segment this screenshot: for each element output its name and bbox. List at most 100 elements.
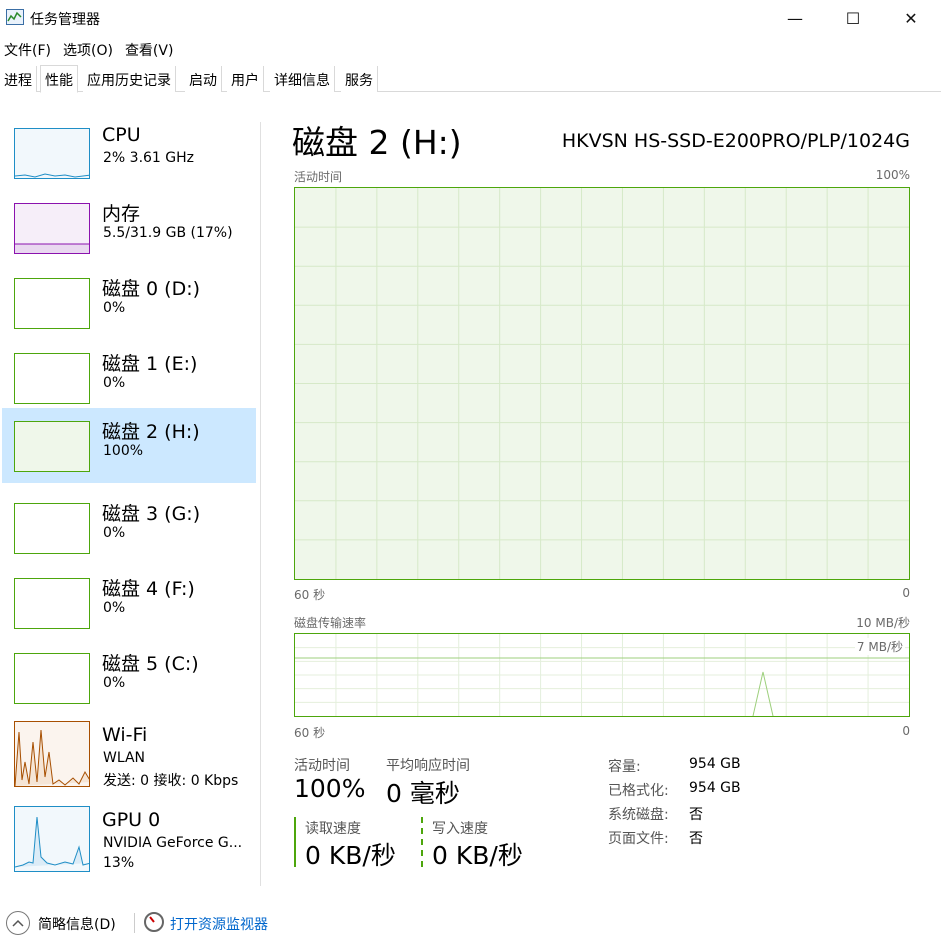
cpu-thumbnail-graph xyxy=(14,128,90,179)
write-speed-label: 写入速度 xyxy=(432,821,488,837)
formatted-label: 已格式化: xyxy=(608,783,669,799)
sidebar-item-subtitle: 0% xyxy=(103,675,126,691)
wifi-thumbnail-graph xyxy=(14,721,90,787)
tab-users[interactable]: 用户 xyxy=(227,66,264,92)
sidebar-item-disk-4[interactable]: 磁盘 4 (F:) 0% xyxy=(2,565,256,640)
sidebar-item-subtitle: 0% xyxy=(103,600,126,616)
window-title: 任务管理器 xyxy=(30,12,100,28)
capacity-label: 容量: xyxy=(608,759,641,775)
bottom-separator xyxy=(134,913,135,933)
memory-thumbnail-graph xyxy=(14,203,90,254)
gpu-thumbnail-graph xyxy=(14,806,90,872)
sidebar-item-title: 内存 xyxy=(102,203,141,225)
tab-app-history[interactable]: 应用历史记录 xyxy=(83,66,176,92)
sidebar-item-subtitle: 5.5/31.9 GB (17%) xyxy=(103,225,233,241)
sidebar-item-title: 磁盘 4 (F:) xyxy=(102,578,195,600)
menu-file[interactable]: 文件(F) xyxy=(0,38,55,60)
transfer-graph-time-left: 60 秒 xyxy=(294,726,326,740)
response-time-label: 平均响应时间 xyxy=(386,758,470,774)
disk-thumbnail-graph xyxy=(14,578,90,629)
activity-graph-max: 100% xyxy=(875,168,910,182)
open-resource-monitor-link[interactable]: 打开资源监视器 xyxy=(170,914,268,934)
sidebar-item-subtitle: 2% 3.61 GHz xyxy=(103,150,195,166)
title-bar: 任务管理器 — ☐ ✕ xyxy=(0,0,941,36)
sidebar-item-disk-5[interactable]: 磁盘 5 (C:) 0% xyxy=(2,640,256,715)
activity-graph-time-left: 60 秒 xyxy=(294,588,326,602)
sidebar-item-subtitle-2: 发送: 0 接收: 0 Kbps xyxy=(103,773,239,789)
sidebar-item-subtitle: 0% xyxy=(103,300,126,316)
menu-view[interactable]: 查看(V) xyxy=(121,38,178,60)
sidebar-item-title: 磁盘 1 (E:) xyxy=(102,353,198,375)
activity-graph-time-right: 0 xyxy=(902,586,910,600)
sidebar-item-cpu[interactable]: CPU 2% 3.61 GHz xyxy=(2,115,256,190)
write-speed-indicator xyxy=(421,817,423,867)
sidebar-item-title: 磁盘 5 (C:) xyxy=(102,653,199,675)
sidebar-item-disk-0[interactable]: 磁盘 0 (D:) 0% xyxy=(2,265,256,340)
sidebar-item-subtitle: WLAN xyxy=(103,750,146,766)
chevron-up-icon[interactable] xyxy=(6,911,30,935)
sidebar-item-subtitle: 100% xyxy=(103,443,144,459)
bottom-bar: 简略信息(D) 打开资源监视器 xyxy=(0,903,941,943)
task-manager-app-icon xyxy=(6,9,24,25)
transfer-grid xyxy=(295,634,909,717)
transfer-rate-graph: 7 MB/秒 xyxy=(294,633,910,717)
transfer-inner-scale: 7 MB/秒 xyxy=(854,638,905,655)
disk-model-name: HKVSN HS-SSD-E200PRO/PLP/1024G xyxy=(561,130,910,152)
sidebar-divider xyxy=(260,122,261,886)
capacity-value: 954 GB xyxy=(689,756,741,772)
disk-thumbnail-graph xyxy=(14,653,90,704)
sidebar-item-disk-2[interactable]: 磁盘 2 (H:) 100% xyxy=(2,408,256,483)
formatted-value: 954 GB xyxy=(689,780,741,796)
tab-details[interactable]: 详细信息 xyxy=(270,66,335,92)
disk-thumbnail-graph xyxy=(14,503,90,554)
maximize-button[interactable]: ☐ xyxy=(824,0,882,36)
read-speed-label: 读取速度 xyxy=(305,821,361,837)
sidebar-item-memory[interactable]: 内存 5.5/31.9 GB (17%) xyxy=(2,190,256,265)
disk-thumbnail-graph xyxy=(14,353,90,404)
page-file-label: 页面文件: xyxy=(608,831,669,847)
tab-bar: 进程 性能 应用历史记录 启动 用户 详细信息 服务 xyxy=(0,65,941,93)
tab-performance[interactable]: 性能 xyxy=(40,65,78,93)
sidebar-item-title: 磁盘 2 (H:) xyxy=(102,421,200,443)
sidebar-item-title: 磁盘 0 (D:) xyxy=(102,278,201,300)
activity-time-graph xyxy=(294,187,910,580)
sidebar-item-subtitle: NVIDIA GeForce G... xyxy=(103,835,243,851)
menu-bar: 文件(F) 选项(O) 查看(V) xyxy=(0,38,181,60)
sidebar-item-title: Wi-Fi xyxy=(102,724,148,746)
read-speed-indicator xyxy=(294,817,296,867)
sidebar-item-subtitle: 0% xyxy=(103,525,126,541)
sidebar-item-subtitle: 0% xyxy=(103,375,126,391)
resource-sidebar: CPU 2% 3.61 GHz 内存 5.5/31.9 GB (17%) 磁盘 … xyxy=(0,108,258,888)
sidebar-item-title: GPU 0 xyxy=(102,809,161,831)
sidebar-item-disk-3[interactable]: 磁盘 3 (G:) 0% xyxy=(2,490,256,565)
read-speed-value: 0 KB/秒 xyxy=(305,841,396,870)
minimize-button[interactable]: — xyxy=(766,0,824,36)
system-disk-label: 系统磁盘: xyxy=(608,807,669,823)
transfer-graph-max: 10 MB/秒 xyxy=(856,616,910,630)
tab-startup[interactable]: 启动 xyxy=(185,66,222,92)
page-file-value: 否 xyxy=(689,831,703,847)
disk-thumbnail-graph xyxy=(14,278,90,329)
response-time-value: 0 毫秒 xyxy=(386,779,460,808)
activity-grid xyxy=(295,188,909,579)
write-speed-value: 0 KB/秒 xyxy=(432,841,523,870)
tab-processes[interactable]: 进程 xyxy=(0,66,37,92)
close-button[interactable]: ✕ xyxy=(882,0,940,36)
menu-options[interactable]: 选项(O) xyxy=(59,38,117,60)
page-title: 磁盘 2 (H:) xyxy=(292,123,462,162)
transfer-graph-label: 磁盘传输速率 xyxy=(294,616,367,630)
sidebar-item-disk-1[interactable]: 磁盘 1 (E:) 0% xyxy=(2,340,256,415)
active-time-value: 100% xyxy=(294,774,366,803)
fewer-details-link[interactable]: 简略信息(D) xyxy=(38,914,116,934)
resource-monitor-icon[interactable] xyxy=(144,912,164,932)
sidebar-item-wifi[interactable]: Wi-Fi WLAN 发送: 0 接收: 0 Kbps xyxy=(2,715,256,790)
sidebar-item-gpu[interactable]: GPU 0 NVIDIA GeForce G... 13% xyxy=(2,800,256,875)
active-time-label: 活动时间 xyxy=(294,758,350,774)
tab-services[interactable]: 服务 xyxy=(341,66,378,92)
system-disk-value: 否 xyxy=(689,807,703,823)
transfer-graph-time-right: 0 xyxy=(902,724,910,738)
sidebar-item-title: 磁盘 3 (G:) xyxy=(102,503,201,525)
sidebar-item-subtitle-2: 13% xyxy=(103,855,135,871)
disk-thumbnail-graph xyxy=(14,421,90,472)
activity-graph-label: 活动时间 xyxy=(294,170,343,184)
